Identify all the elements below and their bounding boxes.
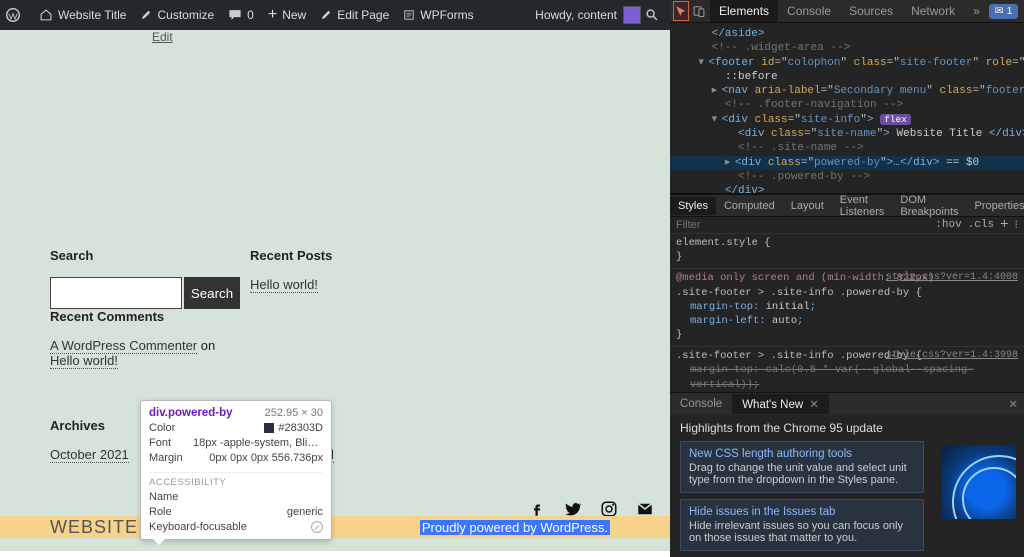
- widget-recent-posts: Recent Posts Hello world!: [250, 248, 440, 309]
- whatsnew-title: Highlights from the Chrome 95 update: [680, 421, 1014, 435]
- tooltip-margin-label: Margin: [149, 452, 183, 464]
- device-toolbar-button[interactable]: [692, 2, 706, 20]
- widget-title: Recent Posts: [250, 248, 440, 263]
- hov-toggle[interactable]: :hov: [935, 219, 961, 231]
- close-tab-icon[interactable]: ✕: [809, 399, 819, 411]
- page-content: Edit Search Search Recent Posts Hello wo…: [0, 30, 670, 551]
- admin-search-icon[interactable]: [645, 8, 664, 22]
- styles-rules[interactable]: element.style { } style.css?ver=1.4:4008…: [670, 234, 1024, 392]
- wp-admin-bar: Website Title Customize 0 +New Edit Page…: [0, 0, 670, 30]
- customize-link[interactable]: Customize: [140, 8, 214, 22]
- not-focusable-icon: [311, 521, 323, 533]
- widget-recent-comments: Recent Comments A WordPress Commenter on…: [50, 309, 230, 368]
- recent-post-link[interactable]: Hello world!: [250, 277, 318, 293]
- styles-filter-input[interactable]: [676, 219, 935, 231]
- edit-link[interactable]: Edit: [152, 30, 173, 44]
- drawer-tab-whatsnew[interactable]: What's New✕: [732, 394, 829, 414]
- tab-sources[interactable]: Sources: [840, 0, 902, 22]
- messages-badge[interactable]: ✉1: [989, 4, 1019, 19]
- commenter-link[interactable]: A WordPress Commenter: [50, 338, 197, 354]
- tooltip-color-label: Color: [149, 422, 175, 434]
- devtools-drawer: Console What's New✕ ✕ Highlights from th…: [670, 392, 1024, 557]
- devtools-toolbar: Elements Console Sources Network » ✉1 ⚙ …: [670, 0, 1024, 23]
- tab-elements[interactable]: Elements: [710, 0, 778, 22]
- styles-panel-tabs: Styles Computed Layout Event Listeners D…: [670, 195, 1024, 217]
- tab-computed[interactable]: Computed: [716, 197, 783, 215]
- styles-more-icon[interactable]: ⁝: [1015, 218, 1019, 232]
- tab-network[interactable]: Network: [902, 0, 964, 22]
- tooltip-role-label: Role: [149, 506, 172, 518]
- tabs-overflow[interactable]: »: [964, 0, 989, 22]
- howdy-user[interactable]: Howdy, content: [535, 6, 641, 24]
- wpforms-link[interactable]: WPForms: [403, 8, 473, 22]
- edit-page-link[interactable]: Edit Page: [320, 8, 389, 22]
- powered-by-highlight: WEBSITE TITLE Proudly powered by WordPre…: [0, 516, 670, 538]
- archive-link[interactable]: October 2021: [50, 447, 129, 463]
- tooltip-selector: div.powered-by: [149, 407, 233, 419]
- new-style-rule-button[interactable]: +: [1000, 217, 1008, 233]
- wordpress-viewport: Website Title Customize 0 +New Edit Page…: [0, 0, 670, 551]
- tooltip-keyboard-focusable-label: Keyboard-focusable: [149, 521, 247, 533]
- search-button[interactable]: Search: [184, 277, 240, 309]
- tab-layout[interactable]: Layout: [783, 197, 832, 215]
- wp-logo[interactable]: [6, 8, 25, 22]
- tip-card[interactable]: Hide issues in the Issues tab Hide irrel…: [680, 499, 924, 551]
- tip-card[interactable]: New CSS length authoring tools Drag to c…: [680, 441, 924, 493]
- tooltip-font-label: Font: [149, 437, 171, 449]
- tooltip-role-value: generic: [287, 506, 323, 518]
- inspect-element-button[interactable]: [674, 2, 688, 20]
- on-text: on: [197, 338, 215, 353]
- tooltip-font-value: 18px -apple-system, BlinkMacSystemFon…: [193, 437, 323, 449]
- tooltip-name-label: Name: [149, 491, 178, 503]
- drawer-tab-console[interactable]: Console: [670, 395, 732, 413]
- avatar: [623, 6, 641, 24]
- tab-properties[interactable]: Properties: [966, 197, 1024, 215]
- tab-dom-breakpoints[interactable]: DOM Breakpoints: [892, 191, 966, 221]
- close-drawer-icon[interactable]: ✕: [1008, 397, 1018, 411]
- widget-title: Recent Comments: [50, 309, 230, 324]
- widget-search: Search Search: [50, 248, 240, 309]
- whatsnew-logo: [942, 445, 1016, 519]
- powered-by-text[interactable]: Proudly powered by WordPress.: [420, 520, 610, 535]
- tooltip-dimensions: 252.95 × 30: [265, 407, 323, 419]
- inspector-tooltip: div.powered-by 252.95 × 30 Color #28303D F…: [140, 400, 332, 540]
- comment-post-link[interactable]: Hello world!: [50, 353, 118, 369]
- comments-link[interactable]: 0: [228, 8, 254, 22]
- search-input[interactable]: [50, 277, 182, 309]
- new-link[interactable]: +New: [268, 8, 306, 22]
- devtools-panel: Elements Console Sources Network » ✉1 ⚙ …: [670, 0, 1024, 551]
- tab-console[interactable]: Console: [778, 0, 840, 22]
- widget-title: Search: [50, 248, 240, 263]
- cls-toggle[interactable]: .cls: [968, 219, 994, 231]
- dom-tree[interactable]: </aside> <!-- .widget-area --> ▾<footer …: [670, 23, 1024, 193]
- tab-styles[interactable]: Styles: [670, 197, 716, 215]
- tooltip-accessibility-heading: ACCESSIBILITY: [149, 472, 323, 488]
- tab-event-listeners[interactable]: Event Listeners: [832, 191, 893, 221]
- tooltip-margin-value: 0px 0px 0px 556.736px: [209, 452, 323, 464]
- site-name-link[interactable]: Website Title: [39, 8, 126, 22]
- styles-filter-row: :hov .cls + ⁝: [670, 217, 1024, 234]
- tooltip-color-value: #28303D: [264, 422, 323, 434]
